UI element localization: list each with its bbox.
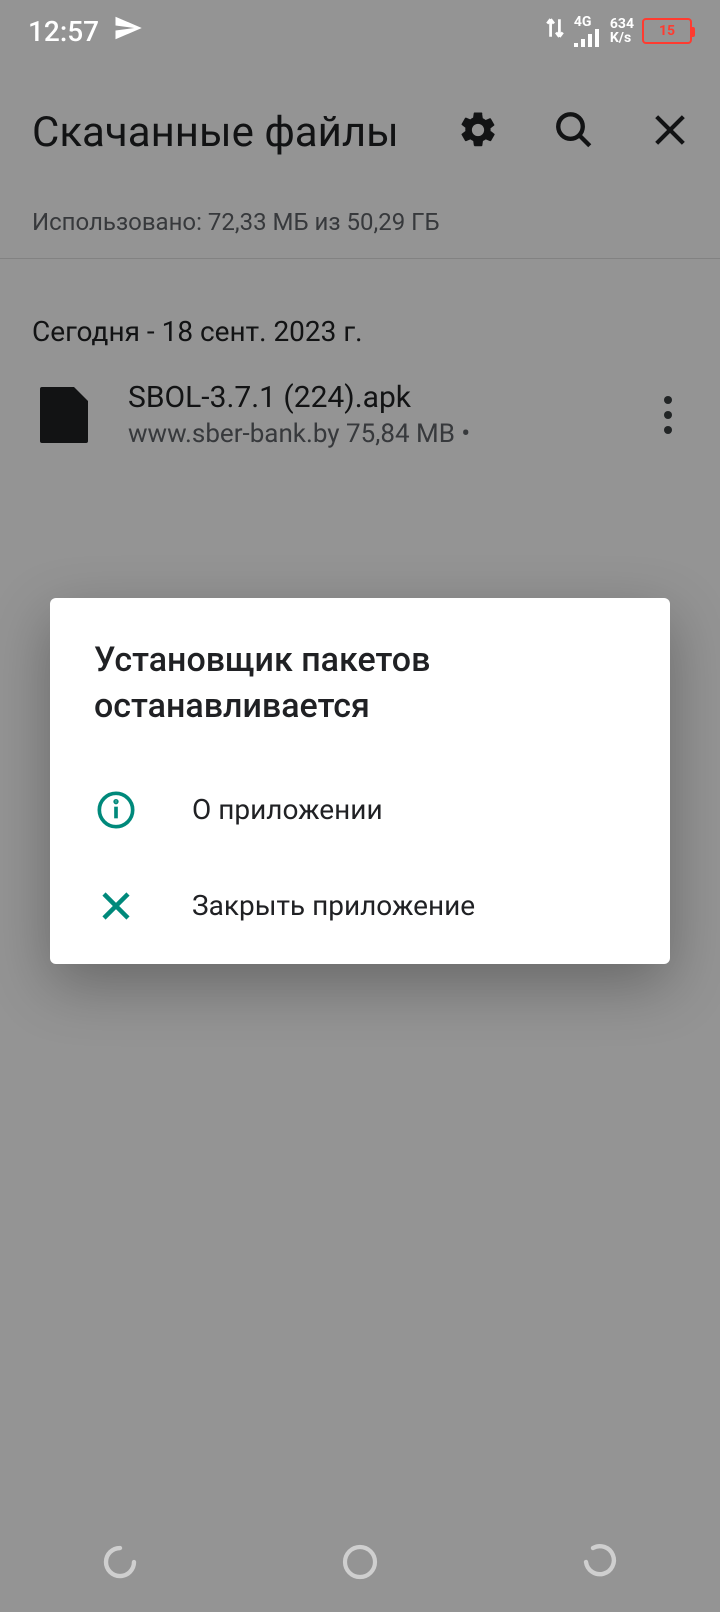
dialog-title: Установщик пакетов останавливается bbox=[50, 598, 670, 762]
back-icon bbox=[579, 1541, 621, 1587]
close-app-label: Закрыть приложение bbox=[192, 889, 475, 922]
close-app-button[interactable]: Закрыть приложение bbox=[50, 858, 670, 954]
close-x-icon bbox=[94, 884, 138, 928]
network-indicator: 4G bbox=[574, 15, 602, 47]
about-app-button[interactable]: О приложении bbox=[50, 762, 670, 858]
navigation-bar bbox=[0, 1516, 720, 1612]
about-app-label: О приложении bbox=[192, 793, 383, 826]
net-speed-indicator: 634 K/s bbox=[610, 17, 634, 45]
home-circle-icon bbox=[340, 1542, 380, 1586]
info-icon bbox=[94, 788, 138, 832]
recents-icon bbox=[99, 1541, 141, 1587]
status-time: 12:57 bbox=[28, 15, 99, 48]
home-button[interactable] bbox=[334, 1538, 386, 1590]
battery-icon: 15 bbox=[642, 18, 692, 44]
back-button[interactable] bbox=[574, 1538, 626, 1590]
data-arrows-icon bbox=[544, 14, 566, 49]
telegram-icon bbox=[113, 13, 143, 50]
error-dialog: Установщик пакетов останавливается О при… bbox=[50, 598, 670, 964]
recents-button[interactable] bbox=[94, 1538, 146, 1590]
status-bar: 12:57 4G 634 K/s 15 bbox=[0, 0, 720, 62]
